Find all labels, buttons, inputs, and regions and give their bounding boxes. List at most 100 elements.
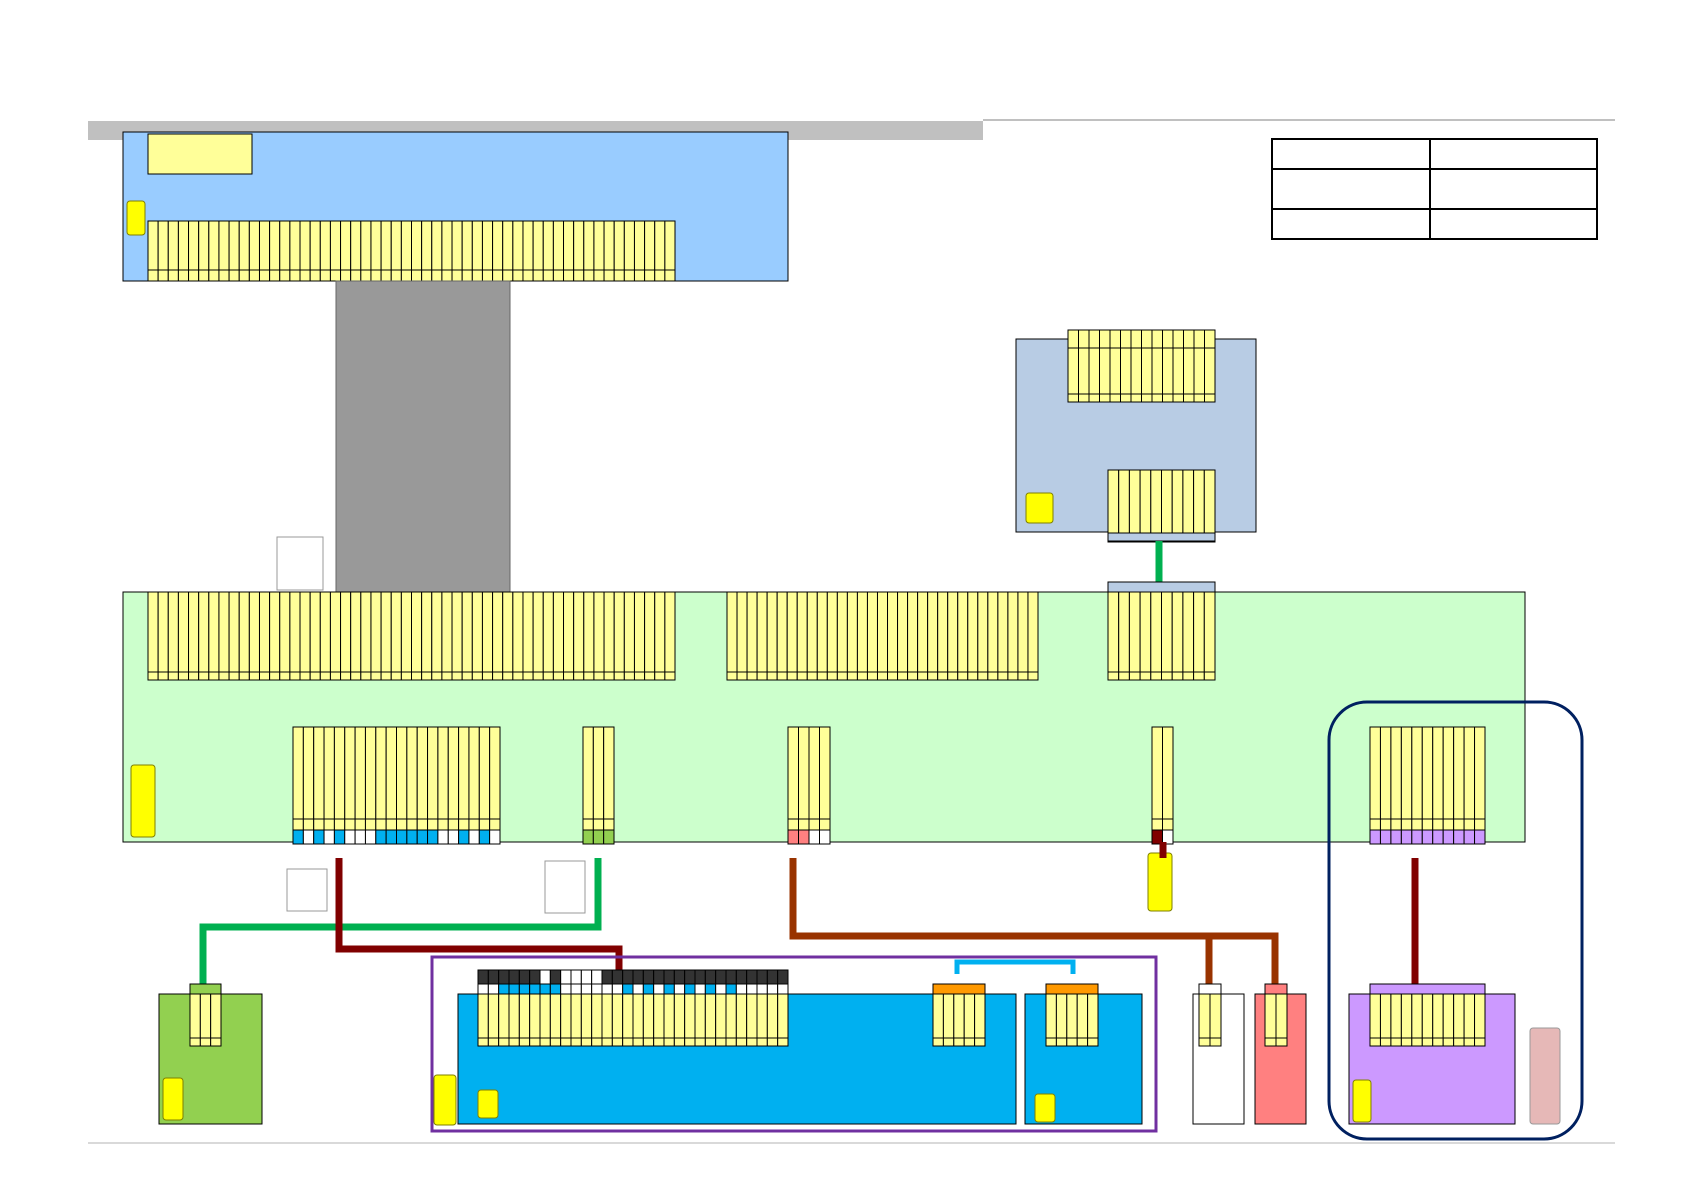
- connector-pin: [522, 591, 534, 681]
- connector-terminal: [570, 983, 582, 995]
- top-board-label-block: [147, 133, 253, 175]
- connector-pin: [1141, 329, 1153, 403]
- legend-row: [1271, 138, 1598, 170]
- connector-pin: [478, 726, 491, 831]
- white-board-cn-terminals: [1198, 983, 1222, 995]
- connector-pin: [279, 591, 291, 681]
- connector-terminal: [489, 829, 501, 845]
- connector-terminal: [364, 829, 377, 845]
- connector-pin: [269, 220, 281, 282]
- connector-pin: [333, 726, 346, 831]
- connector-pin: [552, 220, 565, 282]
- green-board-cn-terminals: [189, 983, 222, 995]
- connector-pin: [309, 220, 321, 282]
- connector-pin: [987, 591, 999, 681]
- connector-terminal: [694, 969, 706, 985]
- wiring-diagram: [0, 0, 1683, 1191]
- connector-terminal: [498, 983, 510, 995]
- connector-pin: [167, 591, 179, 681]
- connector-pin: [592, 726, 605, 831]
- connector-pin: [299, 591, 311, 681]
- connector-terminal: [396, 829, 408, 845]
- connector-pin: [1193, 581, 1205, 681]
- connector-pin: [664, 220, 676, 282]
- connector-terminal: [344, 829, 356, 845]
- connector-pin: [390, 591, 402, 681]
- connector-pin: [1078, 329, 1090, 403]
- connector-pin: [856, 591, 868, 681]
- connector-pin: [437, 726, 449, 831]
- connector-pin: [1183, 329, 1195, 403]
- connector-pin: [1203, 581, 1216, 681]
- connector-pin: [441, 220, 453, 282]
- connector-terminal: [1369, 829, 1381, 845]
- connector-terminal: [529, 969, 541, 985]
- main-board-cn-f: [787, 726, 831, 845]
- connector-terminal: [611, 983, 624, 995]
- connector-pin: [826, 591, 838, 681]
- connector-pin: [776, 591, 788, 681]
- connector-terminal: [746, 969, 758, 985]
- connector-pin: [644, 591, 656, 681]
- connector-terminal: [292, 829, 304, 845]
- connector-terminal: [663, 969, 675, 985]
- connector-pin: [248, 591, 260, 681]
- connector-pin: [1463, 726, 1476, 831]
- connector-pin: [563, 591, 575, 681]
- legend-row: [1271, 168, 1598, 210]
- connector-terminal: [333, 829, 346, 845]
- red-board-cn-terminals: [1264, 983, 1288, 995]
- connector-pin: [248, 220, 260, 282]
- connector-terminal: [673, 983, 686, 995]
- connector-pin: [1161, 581, 1173, 681]
- connector-terminal: [385, 829, 397, 845]
- connector-pin: [492, 591, 504, 681]
- connector-pin: [1193, 469, 1205, 543]
- small-white-block: [544, 860, 586, 914]
- connector-pin: [157, 220, 169, 282]
- connector-terminal: [416, 829, 429, 845]
- connector-pin: [461, 591, 473, 681]
- connector-terminal: [787, 829, 799, 845]
- connector-terminal: [458, 829, 470, 845]
- connector-pin: [329, 220, 342, 282]
- connector-pin: [502, 591, 514, 681]
- connector-terminal: [684, 983, 696, 995]
- connector-pin: [552, 591, 565, 681]
- connector-pin: [613, 591, 625, 681]
- connector-pin: [997, 591, 1009, 681]
- connector-pin: [927, 591, 939, 681]
- connector-pin: [836, 591, 848, 681]
- connector-terminal: [487, 969, 500, 985]
- legend-cell: [1429, 138, 1598, 170]
- connector-pin: [292, 726, 304, 831]
- connector-terminal: [673, 969, 686, 985]
- connector-pin: [816, 591, 828, 681]
- connector-terminal: [1421, 829, 1434, 845]
- connector-pin: [289, 220, 301, 282]
- connector-terminal: [756, 983, 768, 995]
- connector-pin: [1193, 329, 1205, 403]
- blue-board-chip-outer: [433, 1074, 457, 1126]
- connector-pin: [360, 591, 372, 681]
- green-board-chip: [162, 1077, 184, 1121]
- connector-terminal: [437, 829, 449, 845]
- connector-pin: [258, 591, 271, 681]
- connector-terminal: [642, 983, 655, 995]
- connector-terminal: [549, 969, 562, 985]
- connector-terminal: [808, 829, 820, 845]
- upper-right-cn-bottom: [1107, 469, 1216, 543]
- connector-terminal: [591, 969, 603, 985]
- connector-terminal: [1432, 829, 1444, 845]
- connector-terminal: [302, 829, 315, 845]
- connector-terminal: [1411, 829, 1423, 845]
- connector-terminal: [601, 969, 613, 985]
- connector-pin: [947, 591, 959, 681]
- connector-pin: [1128, 469, 1141, 543]
- main-board-cn-g: [1151, 726, 1174, 845]
- connector-terminal: [746, 983, 758, 995]
- connector-pin: [603, 591, 615, 681]
- top-board-header: [147, 220, 676, 282]
- connector-pin: [441, 591, 453, 681]
- connector-pin: [664, 591, 676, 681]
